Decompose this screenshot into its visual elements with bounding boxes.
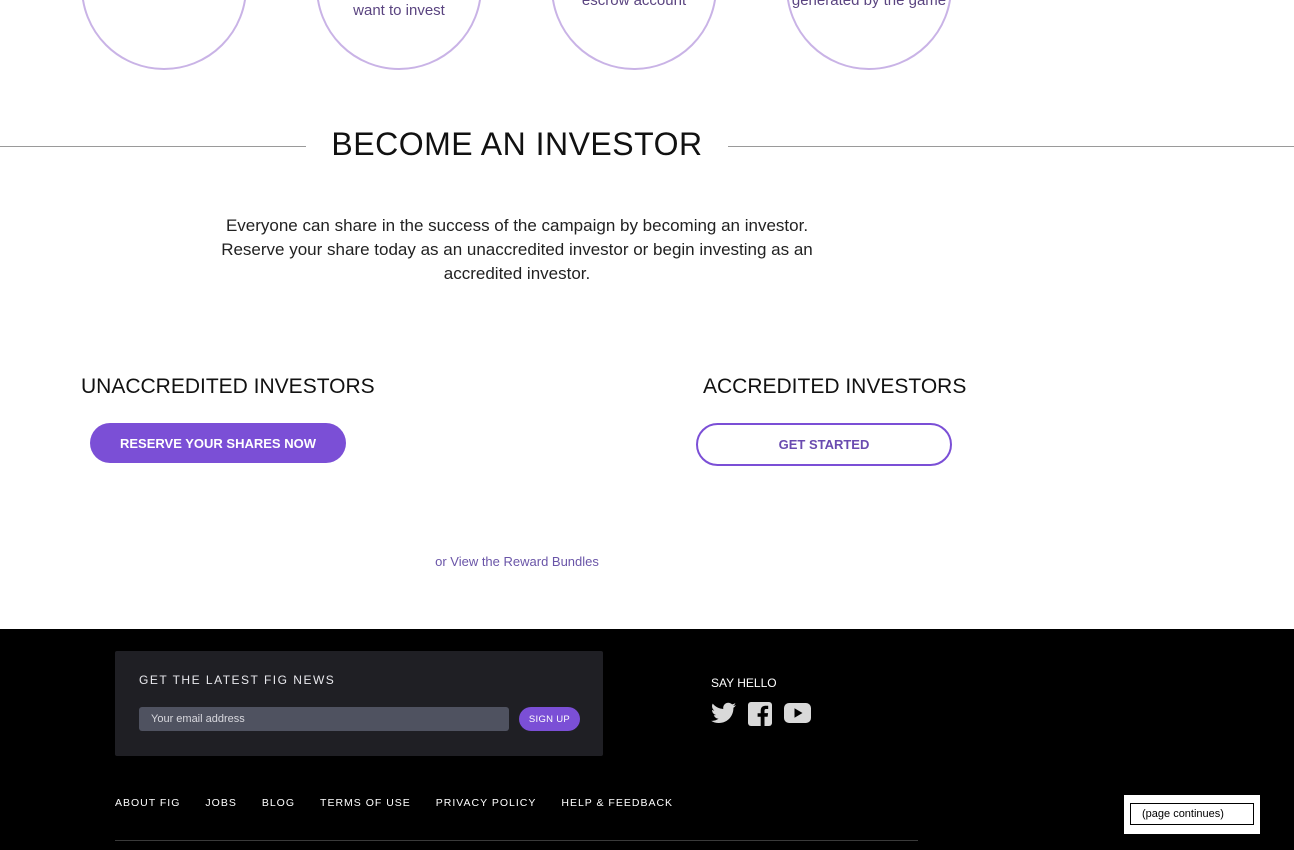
accredited-heading: ACCREDITED INVESTORS (703, 375, 967, 398)
footer-divider (115, 840, 918, 841)
youtube-icon[interactable] (784, 702, 812, 726)
step-circle-3 (551, 0, 717, 70)
step-text: want to invest (353, 2, 445, 19)
footer-link-help-feedback[interactable]: HELP & FEEDBACK (561, 797, 673, 809)
unaccredited-heading: UNACCREDITED INVESTORS (81, 375, 375, 398)
page-continues-text: (page continues) (1130, 803, 1254, 825)
reserve-shares-button[interactable]: RESERVE YOUR SHARES NOW (90, 423, 346, 463)
footer-link-blog[interactable]: BLOG (262, 797, 295, 809)
newsletter-box: GET THE LATEST FIG NEWS SIGN UP (115, 651, 603, 756)
footer-link-about-fig[interactable]: ABOUT FIG (115, 797, 180, 809)
step-text: generated by the game (791, 0, 947, 9)
footer-link-terms-of-use[interactable]: TERMS OF USE (320, 797, 411, 809)
get-started-button[interactable]: GET STARTED (696, 423, 952, 466)
facebook-icon[interactable] (748, 702, 774, 726)
footer-link-privacy-policy[interactable]: PRIVACY POLICY (436, 797, 537, 809)
view-reward-bundles-link[interactable]: or View the Reward Bundles (0, 554, 1034, 569)
sign-up-button[interactable]: SIGN UP (519, 707, 580, 731)
page: want to invest escrow account generated … (0, 0, 1294, 850)
twitter-icon[interactable] (711, 702, 737, 726)
email-input[interactable] (139, 707, 509, 731)
heading-rule-right (728, 146, 1294, 147)
footer-link-jobs[interactable]: JOBS (205, 797, 236, 809)
step-circle-4 (786, 0, 952, 70)
heading-rule-left (0, 146, 306, 147)
page-continues-label: (page continues) (1124, 795, 1260, 834)
say-hello-label: SAY HELLO (711, 676, 777, 690)
step-circle-1 (81, 0, 247, 70)
intro-text: Everyone can share in the success of the… (221, 216, 813, 283)
footer: GET THE LATEST FIG NEWS SIGN UP SAY HELL… (0, 629, 1294, 850)
step-text: escrow account (581, 0, 687, 9)
newsletter-title: GET THE LATEST FIG NEWS (139, 673, 336, 687)
section-title: BECOME AN INVESTOR (331, 126, 703, 162)
footer-nav: ABOUT FIG JOBS BLOG TERMS OF USE PRIVACY… (115, 797, 673, 809)
